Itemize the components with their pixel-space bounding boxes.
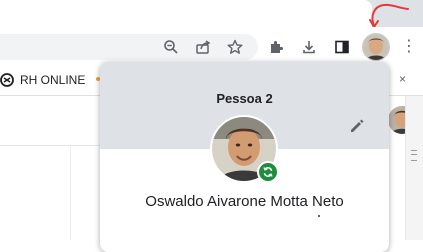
sync-icon <box>257 161 279 183</box>
profile-title: Pessoa 2 <box>216 91 273 106</box>
bookmark-item[interactable]: RH ONLINE <box>0 66 85 94</box>
scrollbar-grip[interactable] <box>411 150 417 161</box>
divider <box>70 146 71 240</box>
close-icon[interactable]: × <box>399 72 406 86</box>
active-tab[interactable] <box>0 0 372 27</box>
side-panel-icon[interactable] <box>331 36 353 58</box>
scrollbar[interactable] <box>405 96 423 240</box>
pencil-icon[interactable] <box>348 117 366 135</box>
extensions-icon[interactable] <box>265 36 287 58</box>
address-bar[interactable] <box>0 34 258 60</box>
divider <box>0 145 100 146</box>
profile-avatar-button[interactable] <box>362 33 390 61</box>
profile-popup: Pessoa 2 Oswaldo Aivarone Motta Neto <box>100 62 389 252</box>
rh-online-favicon-icon <box>0 73 14 87</box>
bookmark-label: RH ONLINE <box>20 73 86 87</box>
download-icon[interactable] <box>298 36 320 58</box>
avatar <box>363 34 389 60</box>
profile-name: Oswaldo Aivarone Motta Neto <box>145 193 344 210</box>
more-menu-icon[interactable]: ⋮ <box>401 38 417 56</box>
divider <box>318 215 320 217</box>
zoom-out-icon[interactable] <box>160 36 182 58</box>
tab-strip <box>0 0 423 27</box>
bookmark-star-icon[interactable] <box>224 36 246 58</box>
share-icon[interactable] <box>192 36 214 58</box>
